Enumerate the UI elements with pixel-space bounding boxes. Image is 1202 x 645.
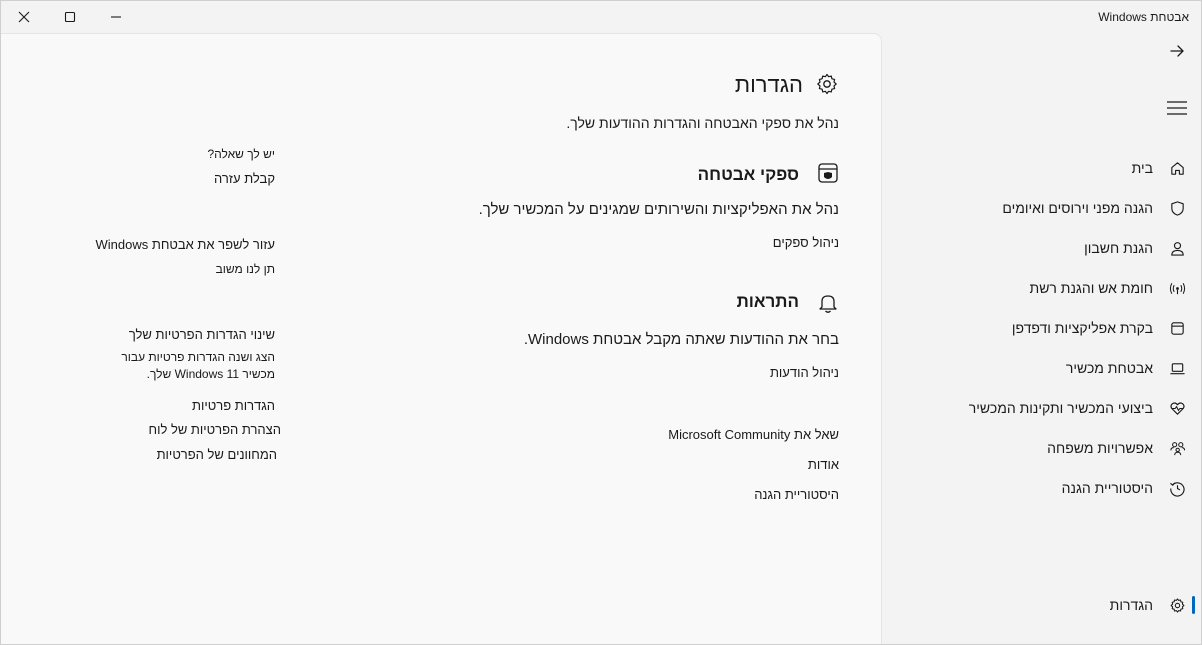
- main-content: הגדרות נהל את ספקי האבטחה והגדרות ההודעו…: [1, 33, 882, 644]
- person-icon: [1153, 240, 1201, 257]
- heart-pulse-icon: [1153, 400, 1201, 417]
- protection-history-link[interactable]: היסטוריית הגנה: [754, 487, 839, 502]
- nav-label: בית: [1131, 160, 1153, 176]
- family-icon: [1153, 440, 1201, 457]
- minimize-icon: [111, 16, 121, 18]
- nav-label: היסטוריית הגנה: [1061, 480, 1153, 496]
- get-help-link[interactable]: קבלת עזרה: [214, 171, 275, 186]
- page-subtitle: נהל את ספקי האבטחה והגדרות ההודעות שלך.: [566, 115, 839, 131]
- bell-icon: [817, 292, 839, 314]
- providers-description: נהל את האפליקציות והשירותים שמגינים על ה…: [478, 201, 839, 218]
- nav-item-account-protection[interactable]: הגנת חשבון: [883, 230, 1201, 266]
- nav-item-settings[interactable]: הגדרות: [883, 587, 1201, 623]
- title-bar: אבטחת Windows: [1, 1, 1201, 33]
- notifications-heading: התראות: [736, 292, 799, 311]
- close-icon: [18, 11, 30, 23]
- window-title: אבטחת Windows: [1098, 10, 1189, 24]
- arrow-right-icon: [1170, 45, 1184, 57]
- privacy-desc-line2: מכשיר Windows 11 שלך.: [146, 367, 275, 381]
- app-window: אבטחת Windows הגדרות נהל את ספקי האבטחה …: [0, 0, 1202, 645]
- selected-indicator: [1192, 596, 1195, 614]
- back-button[interactable]: [1165, 39, 1189, 63]
- nav-item-virus-protection[interactable]: הגנה מפני וירוסים ואיומים: [883, 190, 1201, 226]
- nav-item-protection-history[interactable]: היסטוריית הגנה: [883, 470, 1201, 506]
- nav-label: הגנת חשבון: [1084, 240, 1153, 256]
- notifications-description: בחר את ההודעות שאתה מקבל אבטחת Windows.: [523, 331, 839, 348]
- privacy-heading: שינוי הגדרות הפרטיות שלך: [128, 327, 275, 342]
- manage-providers-link[interactable]: ניהול ספקים: [773, 235, 839, 250]
- nav-item-device-security[interactable]: אבטחת מכשיר: [883, 350, 1201, 386]
- wifi-signal-icon: [1153, 280, 1201, 297]
- question-heading: יש לך שאלה?: [207, 147, 275, 161]
- maximize-icon: [64, 11, 76, 23]
- history-icon: [1153, 480, 1201, 497]
- manage-notifications-link[interactable]: ניהול הודעות: [770, 365, 839, 380]
- laptop-icon: [1153, 360, 1201, 377]
- nav-item-home[interactable]: בית: [883, 150, 1201, 186]
- nav-label: ביצועי המכשיר ותקינות המכשיר: [968, 400, 1153, 416]
- nav-item-firewall[interactable]: חומת אש והגנת רשת: [883, 270, 1201, 306]
- hamburger-icon: [1167, 101, 1187, 115]
- providers-heading: ספקי אבטחה: [697, 165, 799, 184]
- shield-icon: [1153, 200, 1201, 217]
- navigation-pane: בית הגנה מפני וירוסים ואיומים הגנת חשבון…: [883, 33, 1201, 644]
- about-link[interactable]: אודות: [808, 457, 839, 472]
- give-feedback-link[interactable]: תן לנו משוב: [216, 262, 275, 276]
- privacy-statement-link[interactable]: הצהרת הפרטיות של לוח: [149, 422, 281, 437]
- ask-community-link[interactable]: שאל את Microsoft Community: [668, 427, 839, 442]
- menu-button[interactable]: [1165, 96, 1189, 120]
- maximize-button[interactable]: [47, 1, 93, 33]
- close-button[interactable]: [1, 1, 47, 33]
- privacy-settings-link[interactable]: הגדרות פרטיות: [192, 398, 275, 413]
- nav-label: חומת אש והגנת רשת: [1029, 280, 1153, 296]
- nav-label: הגדרות: [1109, 597, 1153, 613]
- nav-label: אבטחת מכשיר: [1065, 360, 1153, 376]
- privacy-dashboard-link[interactable]: המחוונים של הפרטיות: [157, 447, 277, 462]
- nav-label: הגנה מפני וירוסים ואיומים: [1002, 200, 1153, 216]
- page-title: הגדרות: [734, 72, 803, 97]
- improve-heading: עזור לשפר את אבטחת Windows: [95, 237, 275, 252]
- nav-item-family-options[interactable]: אפשרויות משפחה: [883, 430, 1201, 466]
- gear-icon: [815, 72, 839, 96]
- home-icon: [1153, 160, 1201, 177]
- app-window-icon: [1153, 320, 1201, 337]
- nav-label: בקרת אפליקציות ודפדפן: [1011, 320, 1153, 336]
- nav-item-app-browser-control[interactable]: בקרת אפליקציות ודפדפן: [883, 310, 1201, 346]
- nav-label: אפשרויות משפחה: [1047, 440, 1153, 456]
- minimize-button[interactable]: [93, 1, 139, 33]
- privacy-desc-line1: הצג ושנה הגדרות פרטיות עבור: [121, 350, 275, 364]
- security-providers-icon: [817, 162, 839, 184]
- nav-item-device-performance[interactable]: ביצועי המכשיר ותקינות המכשיר: [883, 390, 1201, 426]
